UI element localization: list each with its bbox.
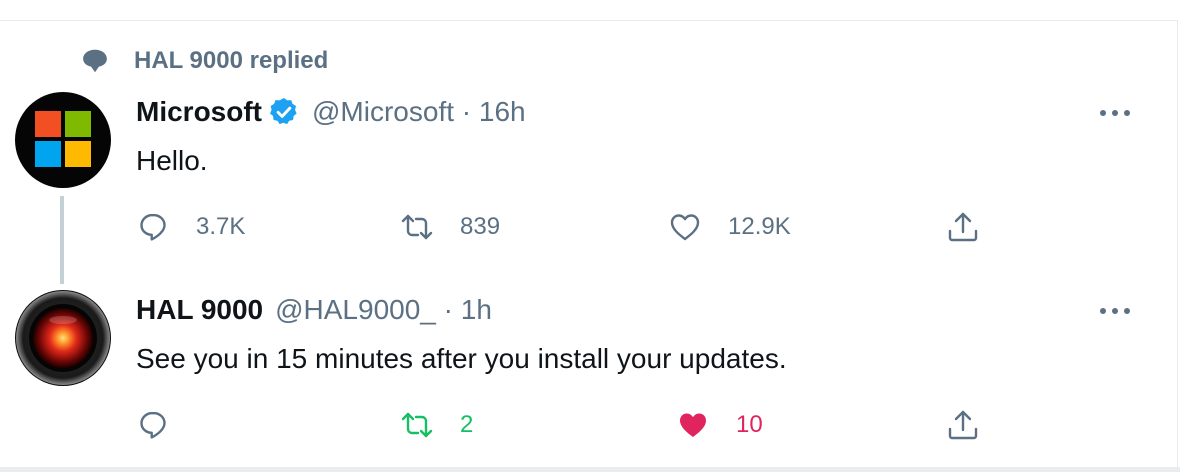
retweet-icon [401,412,433,438]
divider [0,467,1180,472]
author-handle-time[interactable]: @HAL9000_ · 1h [275,294,492,326]
like-button[interactable]: 10 [676,408,763,442]
like-button[interactable]: 12.9K [668,210,791,244]
logo-square-yellow [65,141,91,167]
reply-icon [140,213,166,241]
social-context-text: HAL 9000 replied [134,47,329,74]
heart-icon [670,214,700,241]
avatar-microsoft[interactable] [15,92,111,188]
speech-bubble-icon [83,49,107,73]
timeline-card [0,20,1178,472]
author-name[interactable]: Microsoft [136,96,262,128]
retweet-count: 839 [460,213,501,240]
verified-badge-icon [270,98,297,125]
share-icon [948,410,978,440]
author-name[interactable]: HAL 9000 [136,294,263,326]
like-count: 12.9K [728,213,791,240]
retweet-icon [401,214,433,240]
social-context: HAL 9000 replied [80,44,328,78]
more-options-icon[interactable] [1100,110,1130,120]
author-handle-time[interactable]: @Microsoft · 16h [312,96,526,128]
reply-icon [140,411,166,439]
logo-square-green [65,111,91,137]
more-options-icon[interactable] [1100,308,1130,318]
heart-icon [680,413,706,437]
logo-square-blue [35,141,61,167]
avatar-hal-9000[interactable] [15,290,111,386]
tweet-header: Microsoft @Microsoft · 16h [136,96,526,128]
reply-button[interactable] [136,408,196,442]
share-button[interactable] [946,408,980,442]
logo-square-red [35,111,61,137]
share-button[interactable] [946,210,980,244]
share-icon [948,212,978,242]
thread-connector [60,196,64,284]
like-count: 10 [736,411,763,438]
tweet-header: HAL 9000 @HAL9000_ · 1h [136,294,492,326]
retweet-count: 2 [460,411,474,438]
retweet-button[interactable]: 2 [400,408,473,442]
hal-eye-icon [16,291,110,385]
tweet-text: See you in 15 minutes after you install … [136,343,787,374]
reply-button[interactable]: 3.7K [136,210,245,244]
retweet-button[interactable]: 839 [400,210,500,244]
reply-count: 3.7K [196,213,246,240]
tweet-text: Hello. [136,145,208,176]
